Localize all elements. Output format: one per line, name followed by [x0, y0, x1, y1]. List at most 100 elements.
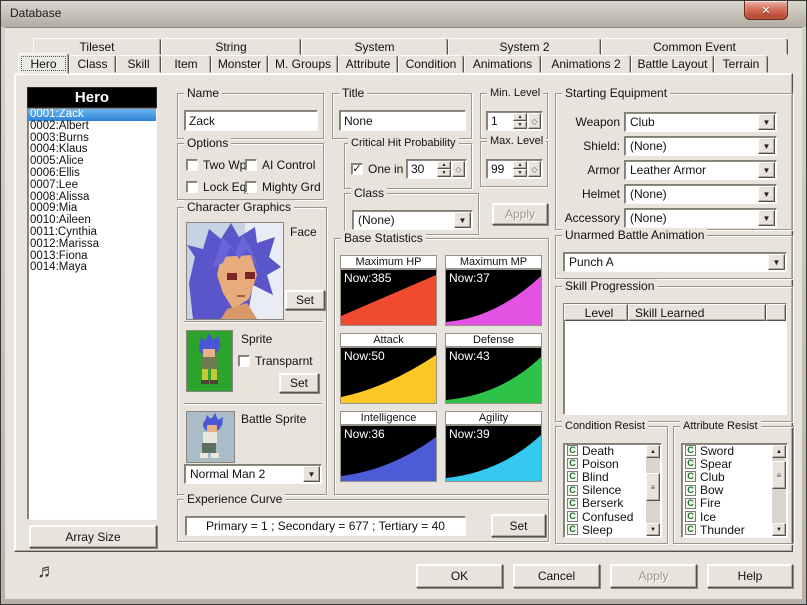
- hero-list-item[interactable]: 0006:Ellis: [28, 168, 156, 180]
- scroll-up-button[interactable]: ▲: [772, 445, 786, 458]
- face-set-button[interactable]: Set: [285, 290, 325, 310]
- dropdown-button[interactable]: ▼: [758, 162, 775, 178]
- tab-label: String: [215, 40, 246, 54]
- ok-button[interactable]: OK: [416, 564, 503, 588]
- scroll-down-icon: ▼: [650, 527, 656, 533]
- help-button[interactable]: Help: [707, 564, 793, 588]
- hero-listbox[interactable]: 0001:Zack 0002:Albert 0003:Burns 0004:Kl…: [27, 108, 157, 520]
- spin-down-button[interactable]: ▼: [513, 121, 527, 129]
- tab-battle-layout[interactable]: Battle Layout: [631, 55, 714, 73]
- name-input[interactable]: [184, 110, 318, 131]
- checkbox-ai-control[interactable]: AI Control: [245, 158, 315, 172]
- dropdown-button[interactable]: ▼: [758, 114, 775, 130]
- scroll-down-button[interactable]: ▼: [646, 523, 660, 536]
- scroll-down-button[interactable]: ▼: [772, 523, 786, 536]
- scrollbar-thumb[interactable]: ≡: [646, 473, 660, 501]
- spinner-extra-button[interactable]: ◇: [528, 113, 541, 129]
- titlebar[interactable]: Database ✕: [1, 1, 806, 27]
- spin-up-button[interactable]: ▲: [513, 161, 527, 169]
- apply-button[interactable]: Apply: [610, 564, 697, 588]
- tab-m-groups[interactable]: M. Groups: [268, 55, 338, 73]
- condition-resist-list[interactable]: CDeath CPoison CBlind CSilence CBerserk …: [563, 443, 662, 538]
- title-input[interactable]: [339, 110, 466, 131]
- tab-animations[interactable]: Animations: [464, 55, 541, 73]
- close-button[interactable]: ✕: [744, 1, 788, 20]
- scrollbar[interactable]: ▲ ≡ ▼: [646, 445, 660, 536]
- tab-skill[interactable]: Skill: [116, 55, 161, 73]
- tab-common-event[interactable]: Common Event: [601, 38, 788, 55]
- dropdown-button[interactable]: ▼: [454, 212, 471, 228]
- column-header-skill-learned[interactable]: Skill Learned: [628, 304, 766, 321]
- checkbox-label: One in: [368, 162, 403, 176]
- hero-list-item[interactable]: 0002:Albert: [28, 121, 156, 133]
- tab-attribute[interactable]: Attribute: [338, 55, 398, 73]
- tab-item[interactable]: Item: [161, 55, 211, 73]
- tab-animations-2[interactable]: Animations 2: [541, 55, 631, 73]
- array-size-button[interactable]: Array Size: [29, 525, 157, 548]
- battle-sprite-dropdown[interactable]: Normal Man 2 ▼: [184, 464, 322, 484]
- resist-item-label: Silence: [582, 483, 621, 497]
- experience-curve-label: Experience Curve: [184, 492, 285, 506]
- accessory-dropdown[interactable]: (None) ▼: [624, 208, 777, 228]
- checkbox-two-wpn[interactable]: Two Wpn: [186, 158, 253, 172]
- max-level-spinner[interactable]: 99 ▲ ▼ ◇: [486, 159, 543, 179]
- class-dropdown[interactable]: (None) ▼: [352, 210, 473, 230]
- column-header-level[interactable]: Level: [564, 304, 628, 321]
- spin-up-button[interactable]: ▲: [513, 113, 527, 121]
- weapon-dropdown[interactable]: Club ▼: [624, 112, 777, 132]
- cancel-button[interactable]: Cancel: [513, 564, 600, 588]
- tab-system[interactable]: System: [301, 38, 448, 55]
- spinner-extra-button[interactable]: ◇: [452, 161, 465, 177]
- checkbox-mighty-grd[interactable]: Mighty Grd: [245, 180, 321, 194]
- hero-list-item[interactable]: 0014:Maya: [28, 262, 156, 274]
- checkbox-one-in[interactable]: ✓ One in: [351, 162, 403, 176]
- hero-list-item[interactable]: 0012:Marissa: [28, 239, 156, 251]
- spin-up-button[interactable]: ▲: [437, 161, 451, 169]
- dropdown-button[interactable]: ▼: [768, 254, 785, 270]
- dropdown-button[interactable]: ▼: [303, 466, 320, 482]
- scrollbar-thumb[interactable]: ≡: [772, 461, 786, 489]
- face-image[interactable]: [186, 222, 284, 320]
- skill-progression-label: Skill Progression: [562, 279, 657, 293]
- tab-system-2[interactable]: System 2: [448, 38, 601, 55]
- sprite-image[interactable]: [186, 330, 233, 392]
- dropdown-button[interactable]: ▼: [758, 186, 775, 202]
- experience-curve-display: Primary = 1 ; Secondary = 677 ; Tertiary…: [185, 516, 466, 536]
- experience-set-button[interactable]: Set: [491, 514, 546, 537]
- unarmed-animation-dropdown[interactable]: Punch A ▼: [563, 252, 787, 272]
- sprite-set-button[interactable]: Set: [279, 373, 319, 393]
- critical-hit-value: 30: [411, 162, 424, 176]
- tab-hero[interactable]: Hero: [18, 53, 69, 74]
- tab-string[interactable]: String: [161, 38, 301, 55]
- tab-terrain[interactable]: Terrain: [714, 55, 768, 73]
- tab-class[interactable]: Class: [69, 55, 116, 73]
- stat-title: Defense: [473, 334, 514, 346]
- dropdown-button[interactable]: ▼: [758, 210, 775, 226]
- class-apply-button[interactable]: Apply: [492, 203, 548, 225]
- spin-down-button[interactable]: ▼: [437, 169, 451, 177]
- hero-list-item[interactable]: 0011:Cynthia: [28, 227, 156, 239]
- attribute-resist-list[interactable]: CSword CSpear CClub CBow CFire CIce CThu…: [681, 443, 788, 538]
- min-level-spinner[interactable]: 1 ▲ ▼ ◇: [486, 111, 543, 131]
- tab-monster[interactable]: Monster: [211, 55, 268, 73]
- checkbox-transparent[interactable]: Transparnt: [238, 354, 313, 368]
- critical-hit-spinner[interactable]: 30 ▲ ▼ ◇: [406, 159, 467, 179]
- scroll-up-button[interactable]: ▲: [646, 445, 660, 458]
- resist-level-icon: C: [567, 485, 578, 496]
- stat-maximum-mp: Maximum MP Now:37: [445, 255, 542, 326]
- shield-dropdown[interactable]: (None) ▼: [624, 136, 777, 156]
- skill-progression-table[interactable]: Level Skill Learned: [563, 303, 787, 415]
- armor-dropdown[interactable]: Leather Armor ▼: [624, 160, 777, 180]
- set-label: Set: [296, 293, 314, 307]
- checkbox-lock-eqp[interactable]: Lock Eqp: [186, 180, 253, 194]
- tab-condition[interactable]: Condition: [398, 55, 464, 73]
- spinner-extra-button[interactable]: ◇: [528, 161, 541, 177]
- spin-down-button[interactable]: ▼: [513, 169, 527, 177]
- resist-item-label: Bow: [700, 483, 723, 497]
- hero-list-item[interactable]: 0007:Lee: [28, 180, 156, 192]
- battle-sprite-image[interactable]: [186, 411, 235, 463]
- scrollbar[interactable]: ▲ ≡ ▼: [772, 445, 786, 536]
- helmet-dropdown[interactable]: (None) ▼: [624, 184, 777, 204]
- dropdown-button[interactable]: ▼: [758, 138, 775, 154]
- hero-list-header: Hero: [27, 87, 157, 108]
